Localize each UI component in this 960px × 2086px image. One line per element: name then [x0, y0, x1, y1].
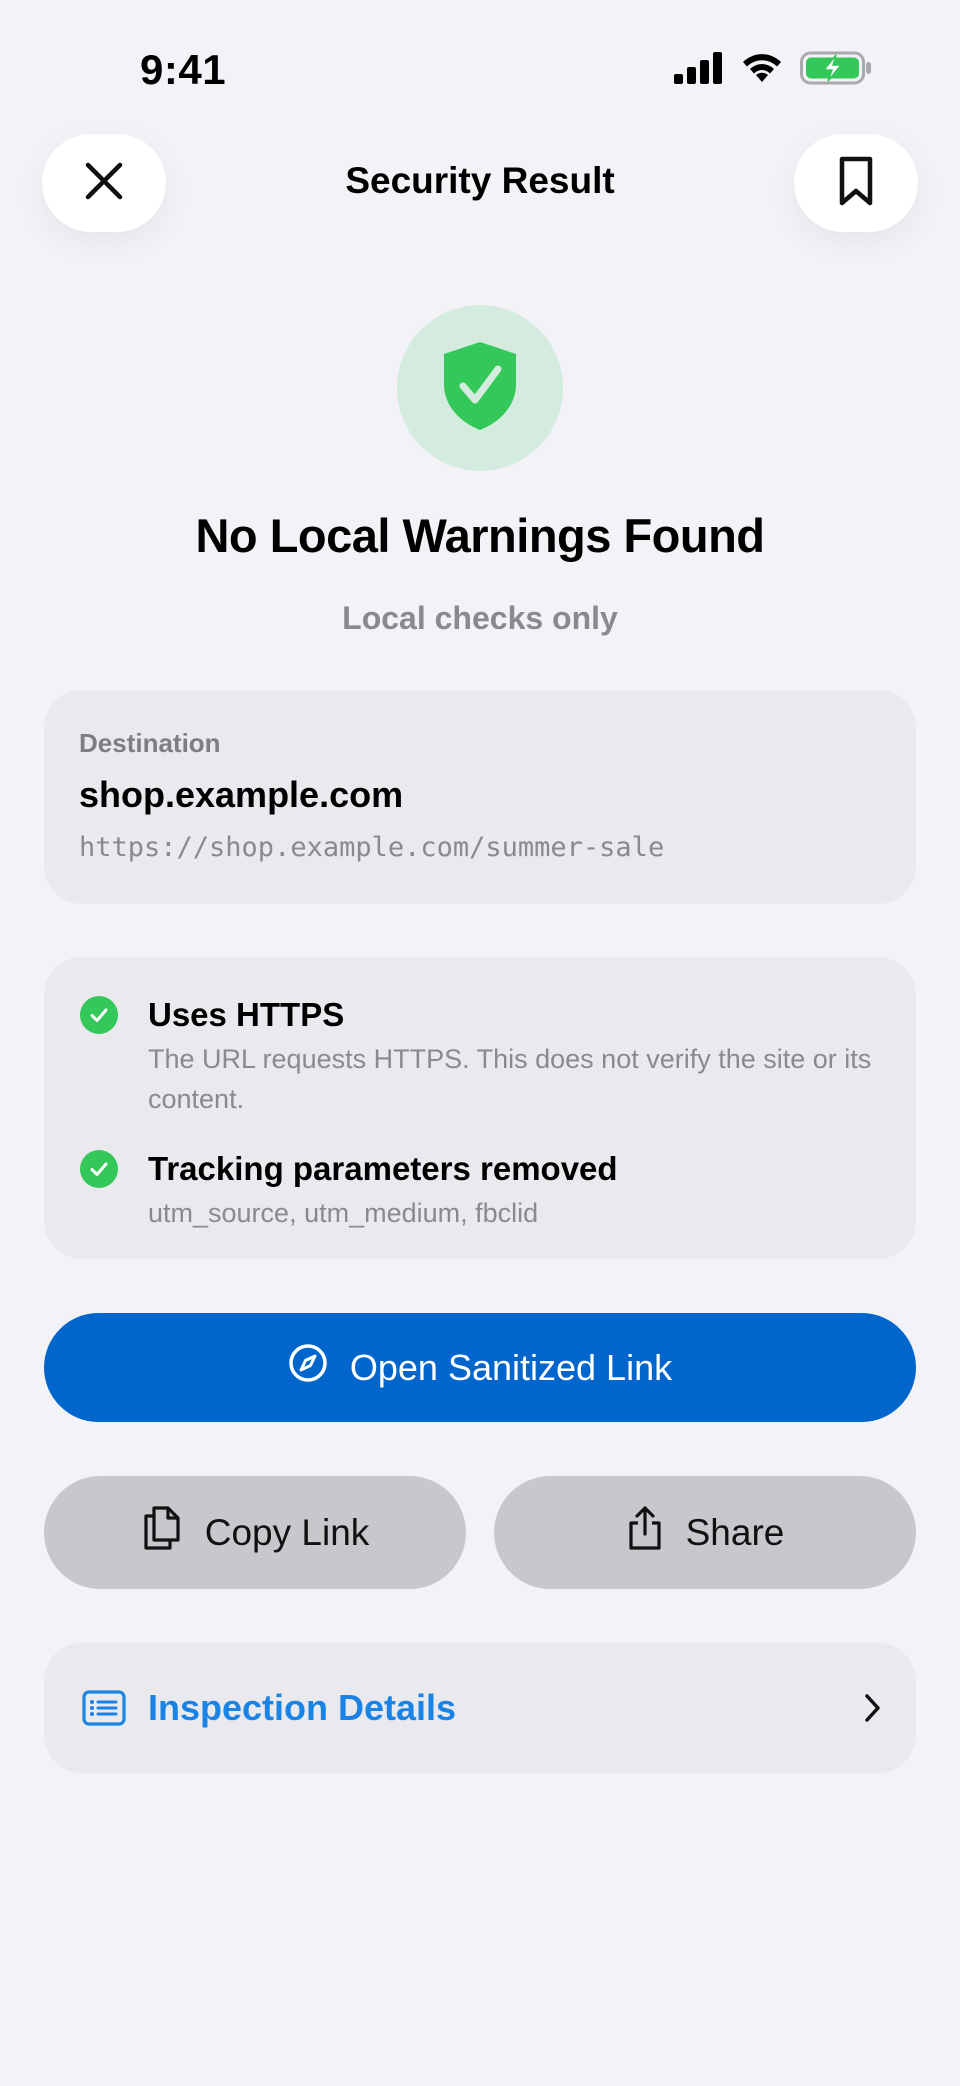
check-description: utm_source, utm_medium, fbclid	[148, 1198, 539, 1228]
list-icon	[82, 1690, 126, 1726]
copy-icon	[141, 1504, 183, 1561]
inspection-details-row[interactable]: Inspection Details	[44, 1643, 916, 1773]
security-result-screen: 9:41 Security Result No Local Warnings F…	[0, 0, 960, 2086]
status-bar: 9:41	[0, 0, 960, 130]
wifi-icon	[740, 52, 784, 89]
open-sanitized-link-label: Open Sanitized Link	[349, 1346, 673, 1388]
check-description: The URL requests HTTPS. This does not ve…	[148, 1044, 872, 1114]
destination-host: shop.example.com	[79, 774, 404, 815]
compass-icon	[288, 1343, 328, 1392]
result-title: No Local Warnings Found	[195, 509, 765, 562]
bookmark-icon	[837, 154, 875, 213]
destination-url: https://shop.example.com/summer-sale	[79, 832, 665, 863]
check-title: Uses HTTPS	[148, 996, 345, 1033]
result-subtitle: Local checks only	[342, 600, 618, 636]
checkmark-circle-icon	[80, 1150, 118, 1188]
bookmark-button[interactable]	[794, 134, 918, 232]
status-badge	[397, 305, 563, 471]
copy-link-button[interactable]: Copy Link	[44, 1476, 466, 1589]
checkmark-circle-icon	[80, 996, 118, 1034]
signal-icon	[674, 52, 724, 89]
chevron-right-icon	[862, 1692, 882, 1724]
share-icon	[626, 1504, 664, 1561]
open-sanitized-link-button[interactable]: Open Sanitized Link	[44, 1313, 916, 1422]
status-time: 9:41	[140, 46, 227, 93]
copy-link-label: Copy Link	[204, 1511, 370, 1553]
share-button[interactable]: Share	[494, 1476, 916, 1589]
checks-card: Uses HTTPS The URL requests HTTPS. This …	[44, 957, 916, 1259]
shield-check-icon	[442, 340, 518, 437]
destination-label: Destination	[79, 728, 221, 758]
check-item: Uses HTTPS The URL requests HTTPS. This …	[80, 993, 880, 1119]
inspection-details-label: Inspection Details	[148, 1687, 457, 1728]
destination-card: Destination shop.example.com https://sho…	[44, 690, 916, 904]
status-icons	[674, 50, 872, 91]
share-label: Share	[685, 1511, 785, 1553]
check-title: Tracking parameters removed	[148, 1150, 618, 1187]
battery-charging-icon	[800, 50, 872, 91]
check-item: Tracking parameters removed utm_source, …	[80, 1147, 880, 1233]
